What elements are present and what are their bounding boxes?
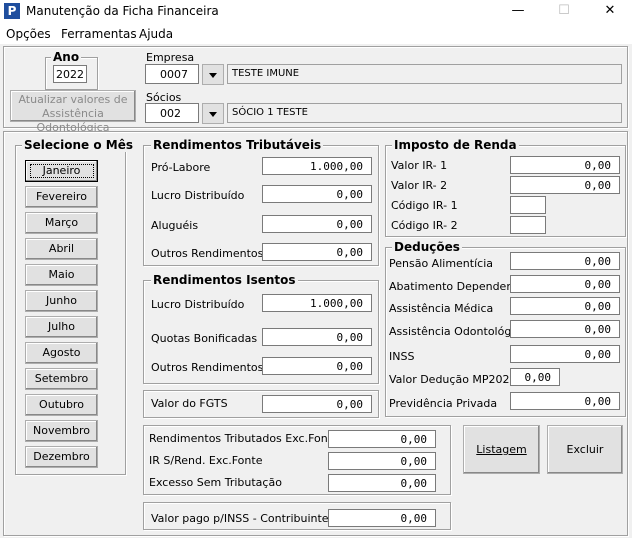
deducoes-label: INSS: [389, 350, 415, 363]
deducoes-field[interactable]: 0,00: [510, 368, 560, 386]
close-button[interactable]: ✕: [587, 0, 632, 24]
fgts-label: Valor do FGTS: [151, 397, 228, 410]
month-label: Maio: [48, 268, 75, 281]
month-label: Dezembro: [33, 450, 90, 463]
month-button-8[interactable]: Setembro: [25, 368, 98, 390]
month-button-10[interactable]: Novembro: [25, 420, 98, 442]
menu-opcoes[interactable]: Opções: [6, 27, 51, 41]
month-label: Setembro: [34, 372, 89, 385]
excluir-label: Excluir: [566, 443, 604, 456]
month-button-2[interactable]: Março: [25, 212, 98, 234]
month-button-3[interactable]: Abril: [25, 238, 98, 260]
rend-tributaveis-field[interactable]: 1.000,00: [262, 157, 372, 175]
month-label: Novembro: [33, 424, 90, 437]
empresa-code-field[interactable]: 0007: [145, 64, 199, 84]
deducoes-label: Abatimento Dependentes: [389, 280, 531, 293]
empresa-dropdown-button[interactable]: [202, 64, 224, 85]
month-button-9[interactable]: Outubro: [25, 394, 98, 416]
deducoes-label: Previdência Privada: [389, 397, 498, 410]
month-label: Julho: [48, 320, 75, 333]
deducoes-field[interactable]: 0,00: [510, 392, 620, 410]
month-button-11[interactable]: Dezembro: [25, 446, 98, 468]
imposto-renda-field[interactable]: [510, 196, 546, 214]
deducoes-field[interactable]: 0,00: [510, 275, 620, 293]
imposto-renda-field[interactable]: 0,00: [510, 156, 620, 174]
exc-fonte-field[interactable]: 0,00: [328, 430, 436, 448]
atualizar-odontologica-button[interactable]: Atualizar valores de Assistência Odontol…: [10, 90, 136, 134]
listagem-button[interactable]: Listagem: [463, 425, 540, 474]
month-label: Abril: [48, 242, 75, 255]
deducoes-title: Deduções: [392, 240, 462, 254]
month-label: Fevereiro: [36, 190, 87, 203]
socios-dropdown-button[interactable]: [202, 103, 224, 124]
month-label: Março: [44, 216, 79, 229]
rend-isentos-label: Quotas Bonificadas: [151, 332, 258, 345]
imposto-renda-field[interactable]: [510, 216, 546, 234]
window-title: Manutenção da Ficha Financeira: [26, 4, 219, 18]
month-button-7[interactable]: Agosto: [25, 342, 98, 364]
excluir-button[interactable]: Excluir: [547, 425, 623, 474]
rend-tributaveis-field[interactable]: 0,00: [262, 215, 372, 233]
imposto-renda-label: Valor IR- 1: [391, 159, 448, 172]
month-button-0[interactable]: Janeiro: [25, 160, 98, 182]
imposto-renda-title: Imposto de Renda: [392, 138, 519, 152]
rend-tributaveis-label: Pró-Labore: [151, 161, 211, 174]
rend-isentos-field[interactable]: 1.000,00: [262, 294, 372, 312]
rend-tributaveis-label: Aluguéis: [151, 219, 199, 232]
deducoes-field[interactable]: 0,00: [510, 297, 620, 315]
month-label: Janeiro: [29, 164, 94, 178]
menu-ferramentas[interactable]: Ferramentas: [61, 27, 137, 41]
deducoes-label: Assistência Odontológica: [389, 325, 528, 338]
empresa-label: Empresa: [146, 51, 195, 64]
socios-name-display: SÓCIO 1 TESTE: [227, 103, 622, 123]
atualizar-line-1: Atualizar valores de: [18, 93, 128, 106]
rend-isentos-label: Lucro Distribuído: [151, 298, 245, 311]
month-button-1[interactable]: Fevereiro: [25, 186, 98, 208]
exc-fonte-field[interactable]: 0,00: [328, 474, 436, 492]
imposto-renda-label: Código IR- 1: [391, 199, 458, 212]
month-label: Agosto: [42, 346, 81, 359]
month-label: Outubro: [39, 398, 84, 411]
inss-contrib-field[interactable]: 0,00: [328, 509, 436, 527]
rend-tributaveis-field[interactable]: 0,00: [262, 243, 372, 261]
deducoes-field[interactable]: 0,00: [510, 345, 620, 363]
deducoes-field[interactable]: 0,00: [510, 252, 620, 270]
maximize-button[interactable]: ☐: [541, 0, 587, 24]
listagem-label: Listagem: [476, 443, 527, 456]
exc-fonte-label: Excesso Sem Tributação: [149, 476, 282, 489]
rend-isentos-label: Outros Rendimentos: [151, 361, 264, 374]
socios-code-field[interactable]: 002: [145, 103, 199, 123]
app-icon: P: [4, 3, 20, 19]
rend-tributaveis-label: Lucro Distribuído: [151, 189, 245, 202]
meses-title: Selecione o Mês: [22, 138, 136, 152]
rend-tributaveis-title: Rendimentos Tributáveis: [151, 138, 324, 152]
deducoes-label: Pensão Alimentícia: [389, 257, 493, 270]
rend-isentos-field[interactable]: 0,00: [262, 328, 372, 346]
inss-contrib-label: Valor pago p/INSS - Contribuinte: [151, 512, 329, 525]
imposto-renda-label: Valor IR- 2: [391, 179, 448, 192]
deducoes-field[interactable]: 0,00: [510, 320, 620, 338]
ano-label: Ano: [51, 50, 82, 64]
month-button-6[interactable]: Julho: [25, 316, 98, 338]
empresa-name-display: TESTE IMUNE: [227, 64, 622, 84]
minimize-button[interactable]: —: [495, 0, 541, 24]
deducoes-label: Assistência Médica: [389, 302, 494, 315]
imposto-renda-field[interactable]: 0,00: [510, 176, 620, 194]
month-label: Junho: [46, 294, 77, 307]
exc-fonte-field[interactable]: 0,00: [328, 452, 436, 470]
ano-field[interactable]: 2022: [53, 65, 87, 83]
rend-isentos-field[interactable]: 0,00: [262, 357, 372, 375]
exc-fonte-label: Rendimentos Tributados Exc.Fonte: [149, 432, 339, 445]
month-button-4[interactable]: Maio: [25, 264, 98, 286]
rend-tributaveis-field[interactable]: 0,00: [262, 185, 372, 203]
month-button-5[interactable]: Junho: [25, 290, 98, 312]
deducoes-label: Valor Dedução MP202: [389, 373, 510, 386]
rend-tributaveis-label: Outros Rendimentos: [151, 247, 264, 260]
exc-fonte-label: IR S/Rend. Exc.Fonte: [149, 454, 263, 467]
imposto-renda-label: Código IR- 2: [391, 219, 458, 232]
rend-isentos-title: Rendimentos Isentos: [151, 273, 298, 287]
fgts-field[interactable]: 0,00: [262, 395, 372, 413]
menu-ajuda[interactable]: Ajuda: [139, 27, 173, 41]
